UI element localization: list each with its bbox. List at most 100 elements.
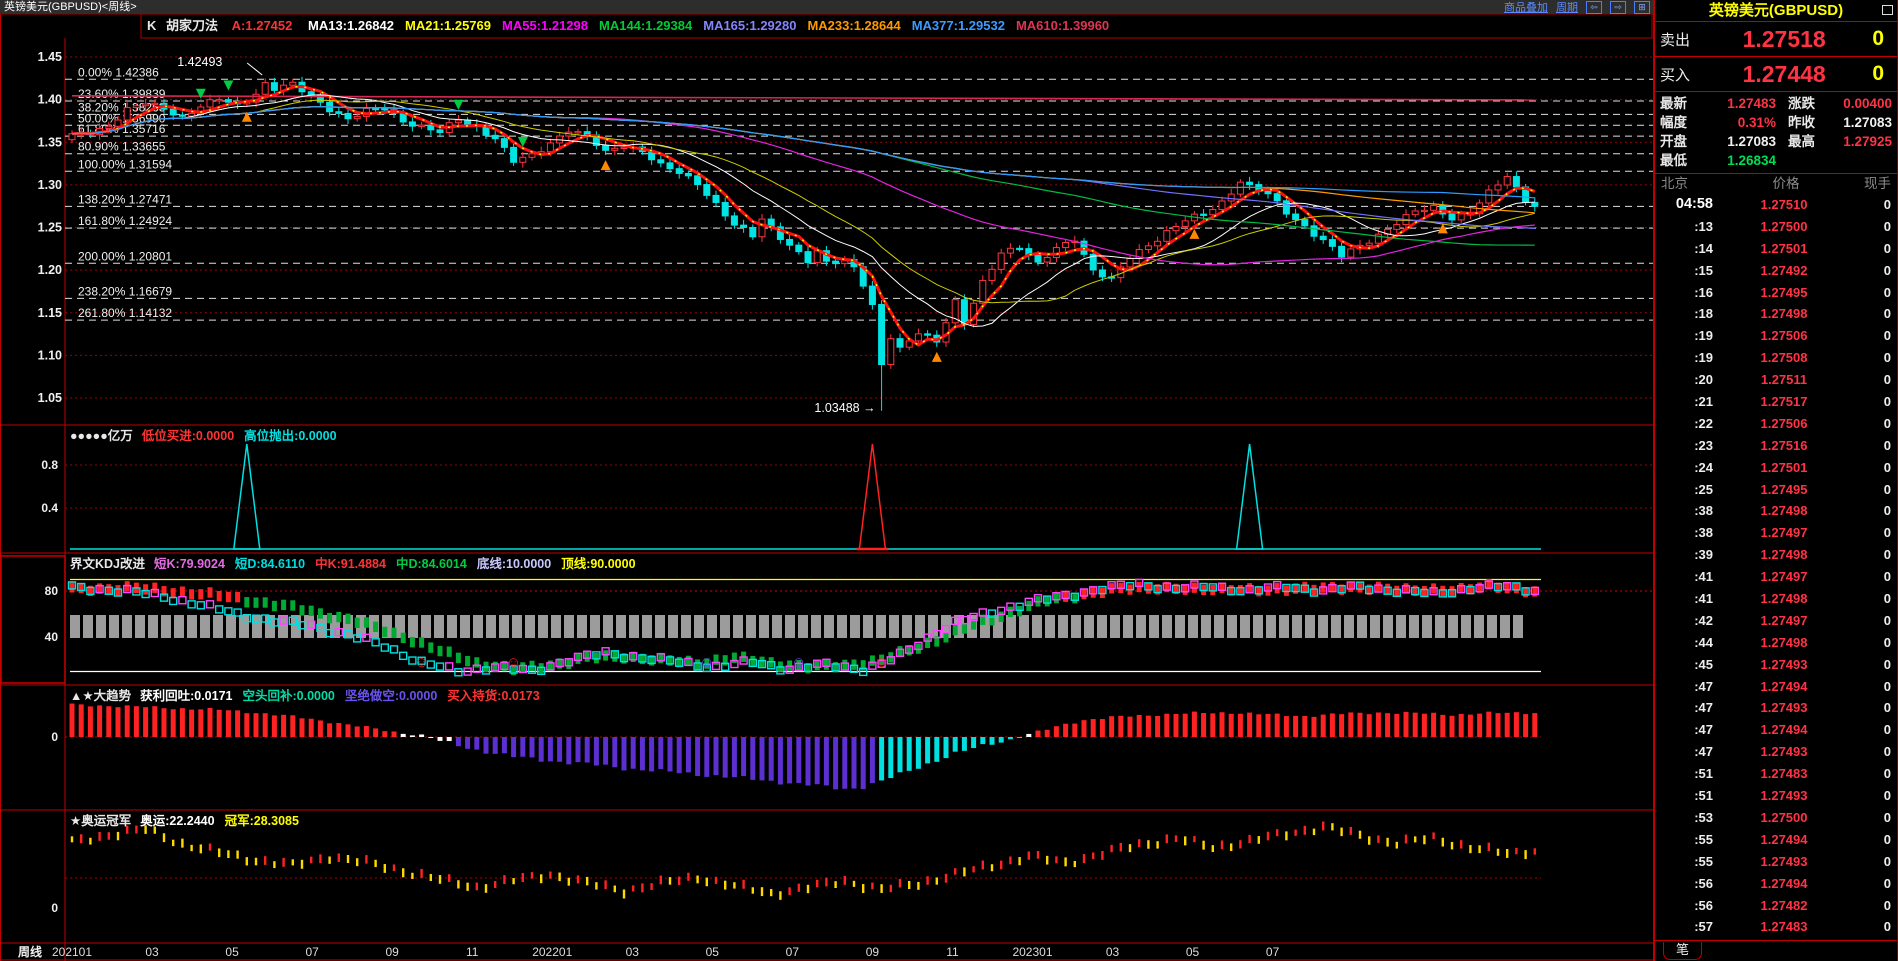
trend-bar (106, 706, 112, 737)
kdj-d-bar (354, 617, 360, 628)
sell-arrow-icon (453, 99, 464, 110)
kdj-gray-band (837, 615, 847, 638)
date-axis: 周线 202101 03 05 07 09 11 202201 03 05 07 09 11 202301… (18, 944, 1280, 959)
olympic-dash (668, 877, 672, 885)
trend-bar (759, 737, 765, 781)
olympic-dash (567, 877, 570, 886)
ma-line (71, 106, 1535, 214)
trend-bar (170, 709, 176, 737)
olympic-dash (954, 868, 957, 875)
kdj-gray-band (1071, 615, 1081, 638)
date-axis-label: 05 (1186, 945, 1200, 959)
ma-legend-item: MA165:1.29280 (703, 18, 797, 33)
kdj-d-bar (327, 612, 333, 624)
olympic-dash (1128, 844, 1132, 853)
kdj-gray-band (1266, 615, 1276, 638)
overlay-link[interactable]: 商品叠加 (1504, 0, 1548, 15)
trend-bar (87, 706, 93, 737)
olympic-dash (521, 872, 524, 882)
olympic-dash (613, 885, 616, 893)
ma-line (71, 106, 1535, 199)
restore-window-icon[interactable] (1882, 5, 1893, 15)
trend-bar (1201, 713, 1207, 737)
period-link[interactable]: 周期 (1556, 0, 1578, 15)
quote-stat-row: 开盘 1.27083 最高 1.27925 (1660, 134, 1892, 149)
forward-arrow-icon[interactable]: ⇨ (1610, 0, 1626, 14)
candle-body (1292, 213, 1300, 221)
olympic-dash (1101, 851, 1104, 860)
trend-bar (906, 737, 912, 771)
kdj-gray-band (1318, 615, 1328, 638)
ma-legend-item: MA13:1.26842 (308, 18, 394, 33)
panel-name: 界文KDJ改进 (70, 557, 146, 571)
tab-tick[interactable]: 笔 (1663, 942, 1703, 960)
kdj-d-bar (253, 597, 259, 608)
panel-header-kdj: 界文KDJ改进 短K:79.9024 短D:84.6110 中K:91.4884 中D:… (70, 557, 656, 572)
trend-bar (584, 737, 590, 763)
kdj-d-bar (1385, 583, 1391, 595)
kdj-d-bar (1053, 592, 1059, 604)
kdj-d-bar (538, 663, 544, 674)
olympic-dash (1000, 860, 1003, 870)
trend-bar (612, 737, 618, 768)
trend-bar (888, 737, 894, 779)
kdj-d-bar (1357, 582, 1363, 593)
trend-bar (603, 737, 609, 765)
kdj-d-bar (419, 637, 425, 648)
olympic-dash (227, 850, 230, 859)
smiley-icon: ☺ (506, 654, 521, 671)
kdj-d-bar (124, 581, 130, 592)
kdj-gray-band (772, 615, 782, 638)
olympic-dash (337, 853, 340, 862)
buy-quote-row[interactable]: 买入 1.27448 0 (1655, 57, 1897, 92)
kdj-d-bar (1440, 585, 1446, 597)
back-arrow-icon[interactable]: ⇦ (1586, 0, 1602, 14)
kdj-d-bar (566, 658, 572, 669)
tick-row: :41 1.27498 0 (1694, 591, 1891, 607)
trend-bar (1265, 713, 1271, 737)
fib-label: 200.00% 1.20801 (78, 249, 172, 263)
kdj-gray-band (83, 615, 93, 638)
trend-bar (1311, 716, 1317, 737)
trend-bar (345, 724, 351, 737)
price-axis-label: 1.30 (38, 178, 62, 192)
trend-bar (308, 718, 314, 737)
olympic-dash (1046, 855, 1049, 865)
kdj-gray-band (681, 615, 691, 638)
fib-label: 80.90% 1.33655 (78, 140, 166, 154)
trend-bar (1191, 711, 1197, 737)
trend-bar (1283, 716, 1289, 737)
olympic-dash (871, 882, 874, 890)
kdj-gray-band (603, 615, 613, 638)
candle-body (887, 338, 895, 366)
olympic-dash (816, 879, 819, 888)
kdj-gray-band (1513, 615, 1523, 638)
sell-quote-row[interactable]: 卖出 1.27518 0 (1655, 22, 1897, 57)
candle-body (684, 172, 692, 177)
trend-bar (437, 737, 443, 741)
kdj-d-bar (1348, 581, 1354, 592)
trend-bar (207, 707, 213, 737)
trend-bar (879, 737, 885, 781)
kdj-d-bar (281, 599, 287, 611)
olympic-dash (1506, 849, 1509, 858)
kdj-d-bar (658, 652, 664, 664)
trend-bar (1477, 713, 1483, 737)
kdj-gray-band (590, 615, 600, 638)
kdj-d-bar (1283, 585, 1289, 596)
kdj-gray-band (200, 615, 210, 638)
trend-bar (446, 737, 452, 742)
buy-label: 买入 (1660, 66, 1691, 84)
kdj-d-bar (759, 656, 765, 667)
trend-bar (731, 737, 737, 778)
candle-body (1246, 181, 1254, 186)
olympic-dash (466, 882, 469, 891)
kdj-gray-band (122, 615, 132, 638)
trend-bar (1256, 714, 1262, 737)
trend-bar (198, 709, 204, 737)
olympic-dash (622, 889, 626, 899)
tile-window-icon[interactable]: ⊞ (1634, 0, 1650, 14)
kdj-k-square (371, 638, 380, 647)
window-title: 英镑美元(GBPUSD)<周线> (4, 1, 137, 13)
olympic-dash (1036, 851, 1040, 859)
